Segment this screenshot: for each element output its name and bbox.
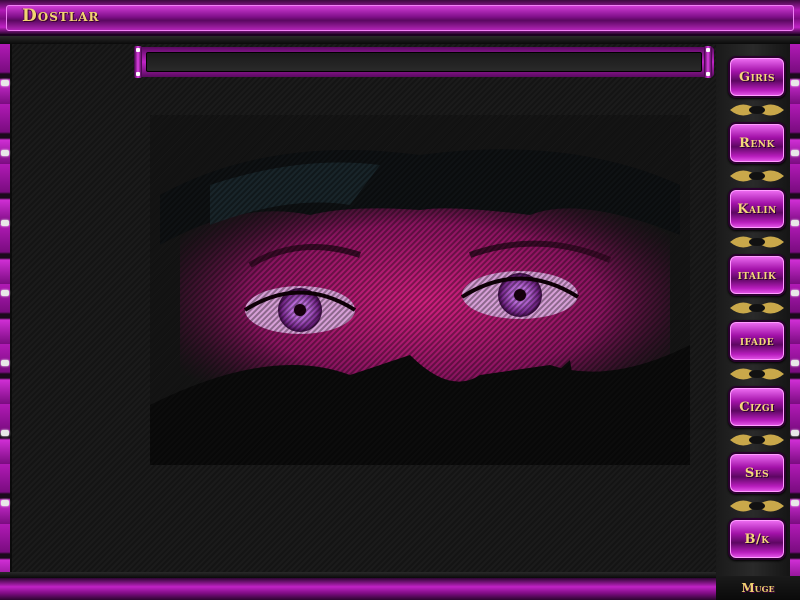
color-button[interactable]: Renk bbox=[728, 122, 786, 164]
credit-badge: Muge bbox=[716, 576, 800, 600]
underline-button-label: Cizgi bbox=[739, 399, 775, 415]
rail-stud bbox=[791, 290, 799, 296]
color-button-label: Renk bbox=[739, 135, 775, 151]
rail-stud bbox=[791, 80, 799, 86]
emoticon-button-label: ifade bbox=[739, 333, 775, 349]
ornament-icon bbox=[730, 236, 784, 248]
title-bar: Dostlar bbox=[0, 0, 800, 36]
italic-button-label: italik bbox=[737, 267, 777, 283]
rail-stud bbox=[791, 220, 799, 226]
rail-stud bbox=[1, 220, 9, 226]
black-white-button[interactable]: B/k bbox=[728, 518, 786, 560]
ornament-icon bbox=[730, 302, 784, 314]
black-white-button-label: B/k bbox=[744, 531, 770, 547]
ornament-icon bbox=[730, 500, 784, 512]
login-button[interactable]: Giris bbox=[728, 56, 786, 98]
sound-button-label: Ses bbox=[744, 465, 770, 481]
login-button-label: Giris bbox=[738, 69, 775, 85]
underline-button[interactable]: Cizgi bbox=[728, 386, 786, 428]
ornament-icon bbox=[730, 434, 784, 446]
message-input[interactable] bbox=[146, 52, 702, 72]
ornament-icon bbox=[730, 368, 784, 380]
italic-button[interactable]: italik bbox=[728, 254, 786, 296]
rail-stud bbox=[1, 290, 9, 296]
input-cap-left bbox=[134, 46, 142, 78]
credit-text: Muge bbox=[741, 581, 775, 595]
emoticon-button[interactable]: ifade bbox=[728, 320, 786, 362]
top-divider bbox=[0, 36, 800, 44]
sound-button[interactable]: Ses bbox=[728, 452, 786, 494]
rail-stud bbox=[791, 430, 799, 436]
rail-stud bbox=[1, 80, 9, 86]
bottom-bar bbox=[0, 578, 716, 600]
rail-stud bbox=[1, 360, 9, 366]
window-title: Dostlar bbox=[22, 6, 100, 26]
input-cap-right bbox=[704, 46, 712, 78]
title-bar-panel bbox=[6, 5, 794, 31]
ornament-icon bbox=[730, 104, 784, 116]
bold-button-label: Kalin bbox=[737, 201, 777, 217]
rail-stud bbox=[791, 150, 799, 156]
rail-stud bbox=[791, 360, 799, 366]
rail-stud bbox=[1, 430, 9, 436]
bold-button[interactable]: Kalin bbox=[728, 188, 786, 230]
rail-stud bbox=[1, 500, 9, 506]
ornament-icon bbox=[730, 170, 784, 182]
rail-stud bbox=[791, 500, 799, 506]
right-rail bbox=[790, 44, 800, 576]
rail-stud bbox=[1, 150, 9, 156]
left-rail bbox=[0, 44, 10, 576]
background-artwork bbox=[150, 115, 690, 465]
